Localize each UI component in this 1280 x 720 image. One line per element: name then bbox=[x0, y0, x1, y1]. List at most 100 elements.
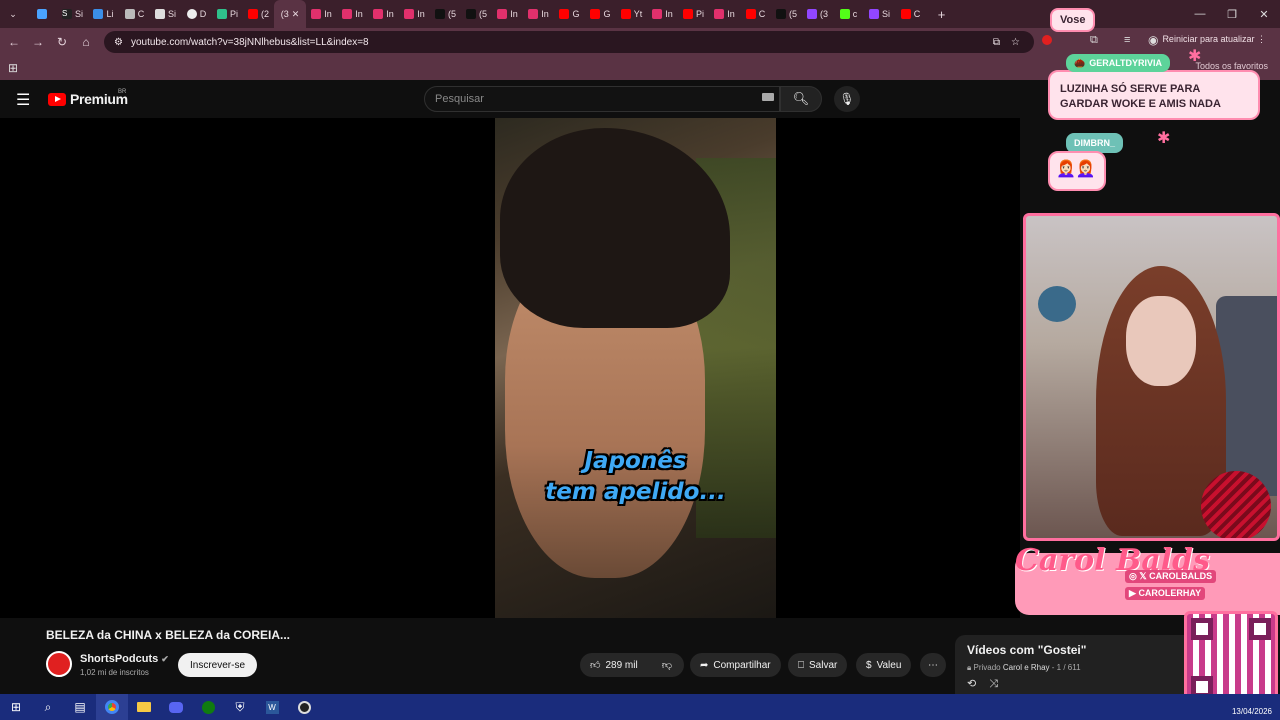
thanks-button[interactable]: $ Valeu bbox=[856, 653, 912, 677]
tab-23[interactable]: C bbox=[740, 0, 771, 28]
playlist-panel[interactable]: Vídeos com "Gostei" 🔒︎ Privado Carol e R… bbox=[955, 635, 1195, 695]
windows-taskbar: ⊞ ⌕ ▤ ⛨ W 13/04/2026 bbox=[0, 694, 1280, 720]
tab-28[interactable]: C bbox=[895, 0, 926, 28]
video-frame: Japonês tem apelido... bbox=[495, 118, 776, 618]
chat-user-1: 🌰 GERALTDYRIVIA bbox=[1066, 54, 1171, 72]
dislike-button[interactable]: 👎︎ bbox=[650, 653, 684, 677]
loop-icon[interactable]: ⟲ bbox=[967, 678, 976, 690]
xbox-icon[interactable] bbox=[192, 694, 224, 720]
video-title: BELEZA da CHINA x BELEZA da COREIA... bbox=[46, 628, 291, 642]
extension-icon[interactable] bbox=[1042, 35, 1052, 45]
youtube-logo[interactable]: Premium BR bbox=[48, 89, 128, 107]
like-button[interactable]: 👍︎ 289 mil bbox=[580, 653, 658, 677]
tab-3[interactable]: C bbox=[119, 0, 150, 28]
channel-avatar[interactable] bbox=[46, 651, 72, 677]
dollar-icon: $ bbox=[866, 659, 872, 671]
thumbs-up-icon: 👍︎ bbox=[590, 660, 601, 671]
chat-message-2: 👩🏻‍🦰👩🏻‍🦰 bbox=[1048, 151, 1106, 191]
search-input[interactable]: Pesquisar bbox=[424, 86, 780, 112]
file-explorer-icon[interactable] bbox=[128, 694, 160, 720]
tab-14[interactable]: (5 bbox=[461, 0, 492, 28]
address-bar-row: ← → ↻ ⌂ ⚙ youtube.com/watch?v=38jNNlhebu… bbox=[0, 28, 1280, 56]
tab-10[interactable]: In bbox=[337, 0, 368, 28]
tab-9[interactable]: In bbox=[306, 0, 337, 28]
more-actions-button[interactable]: ⋯ bbox=[920, 653, 946, 677]
discord-icon[interactable] bbox=[160, 694, 192, 720]
tab-26[interactable]: c bbox=[833, 0, 864, 28]
tab-18[interactable]: G bbox=[585, 0, 616, 28]
streamer-face bbox=[1126, 296, 1196, 386]
voice-search-button[interactable]: 🎙︎ bbox=[834, 86, 860, 112]
subscribe-button[interactable]: Inscrever-se bbox=[178, 653, 258, 677]
flower-icon: ✱ bbox=[1157, 130, 1171, 147]
url-input[interactable]: ⚙ youtube.com/watch?v=38jNNlhebus&list=L… bbox=[104, 31, 1034, 53]
tab-6[interactable]: Pi bbox=[212, 0, 243, 28]
tab-active[interactable]: (3 ✕ bbox=[274, 0, 306, 28]
apps-icon[interactable]: ⊞ bbox=[8, 61, 18, 75]
minimize-icon[interactable]: — bbox=[1184, 0, 1216, 28]
shuffle-icon[interactable]: ⤨ bbox=[989, 678, 998, 690]
tab-19[interactable]: Yt bbox=[616, 0, 647, 28]
tab-22[interactable]: In bbox=[709, 0, 740, 28]
youtube-handle: ▶ CAROLERHAY bbox=[1125, 587, 1206, 600]
home-icon[interactable]: ⌂ bbox=[74, 30, 98, 54]
install-icon[interactable]: ⧉ bbox=[993, 37, 1000, 48]
extension-icon-2[interactable]: ⧉ bbox=[1090, 34, 1098, 47]
flower-icon: ✱ bbox=[1188, 48, 1202, 65]
word-icon[interactable]: W bbox=[256, 694, 288, 720]
new-tab-button[interactable]: + bbox=[926, 0, 957, 28]
tab-12[interactable]: In bbox=[399, 0, 430, 28]
tab-13[interactable]: (5 bbox=[430, 0, 461, 28]
tab-25[interactable]: (3 bbox=[802, 0, 833, 28]
menu-icon[interactable]: ☰ bbox=[16, 90, 30, 110]
restore-icon[interactable]: ❐ bbox=[1216, 0, 1248, 28]
close-tab-icon[interactable]: ✕ bbox=[292, 9, 300, 20]
chrome-icon[interactable] bbox=[96, 694, 128, 720]
tab-15[interactable]: In bbox=[492, 0, 523, 28]
tab-1[interactable]: S Si bbox=[57, 0, 88, 28]
qr-corner bbox=[1191, 618, 1213, 640]
streamer-webcam bbox=[1023, 213, 1280, 541]
tab-0[interactable] bbox=[26, 0, 57, 28]
subscriber-count: 1,02 mi de inscritos bbox=[80, 668, 149, 677]
search-icon[interactable]: ⌕ bbox=[32, 694, 64, 720]
tab-16[interactable]: In bbox=[523, 0, 554, 28]
back-icon[interactable]: ← bbox=[2, 30, 26, 54]
thumbs-down-icon: 👎︎ bbox=[661, 660, 673, 671]
avatar: 🌰 bbox=[1074, 57, 1086, 68]
tab-21[interactable]: Pi bbox=[678, 0, 709, 28]
share-button[interactable]: ➦ Compartilhar bbox=[690, 653, 781, 677]
reload-icon[interactable]: ↻ bbox=[50, 30, 74, 54]
vpn-icon[interactable]: ⛨ bbox=[224, 694, 256, 720]
tab-24[interactable]: (5 bbox=[771, 0, 802, 28]
tab-20[interactable]: In bbox=[647, 0, 678, 28]
forward-icon[interactable]: → bbox=[26, 30, 50, 54]
keyboard-icon[interactable] bbox=[762, 93, 774, 101]
media-icon[interactable]: ≡ bbox=[1124, 34, 1130, 46]
obs-icon[interactable] bbox=[288, 694, 320, 720]
profile-icon[interactable]: ◉ bbox=[1148, 33, 1158, 47]
tab-2[interactable]: Li bbox=[88, 0, 119, 28]
search-button[interactable]: 🔍︎ bbox=[780, 86, 822, 112]
tab-7[interactable]: (2 bbox=[243, 0, 274, 28]
task-view-icon[interactable]: ▤ bbox=[64, 694, 96, 720]
start-icon[interactable]: ⊞ bbox=[0, 694, 32, 720]
reset-update-button[interactable]: Reiniciar para atualizar ⋮ bbox=[1162, 34, 1266, 45]
tab-4[interactable]: Si bbox=[150, 0, 181, 28]
save-button[interactable]: ⎕ Salvar bbox=[788, 653, 848, 677]
close-icon[interactable]: ✕ bbox=[1248, 0, 1280, 28]
bookmark-star-icon[interactable]: ☆ bbox=[1011, 37, 1020, 48]
tab-27[interactable]: Si bbox=[864, 0, 895, 28]
video-player[interactable]: Japonês tem apelido... bbox=[0, 118, 1020, 618]
tab-17[interactable]: G bbox=[554, 0, 585, 28]
channel-name[interactable]: ShortsPodcuts ✔ bbox=[80, 653, 169, 665]
lock-icon: 🔒︎ bbox=[967, 663, 972, 672]
top-tag: Vose bbox=[1050, 8, 1096, 32]
microphone bbox=[1201, 471, 1271, 538]
youtube-play-icon bbox=[48, 92, 66, 106]
site-info-icon[interactable]: ⚙ bbox=[114, 37, 123, 48]
tab-11[interactable]: In bbox=[368, 0, 399, 28]
tab-search-button[interactable]: ⌄ bbox=[0, 0, 26, 28]
taskbar-date: 13/04/2026 bbox=[1231, 707, 1272, 716]
tab-5[interactable]: D bbox=[181, 0, 212, 28]
